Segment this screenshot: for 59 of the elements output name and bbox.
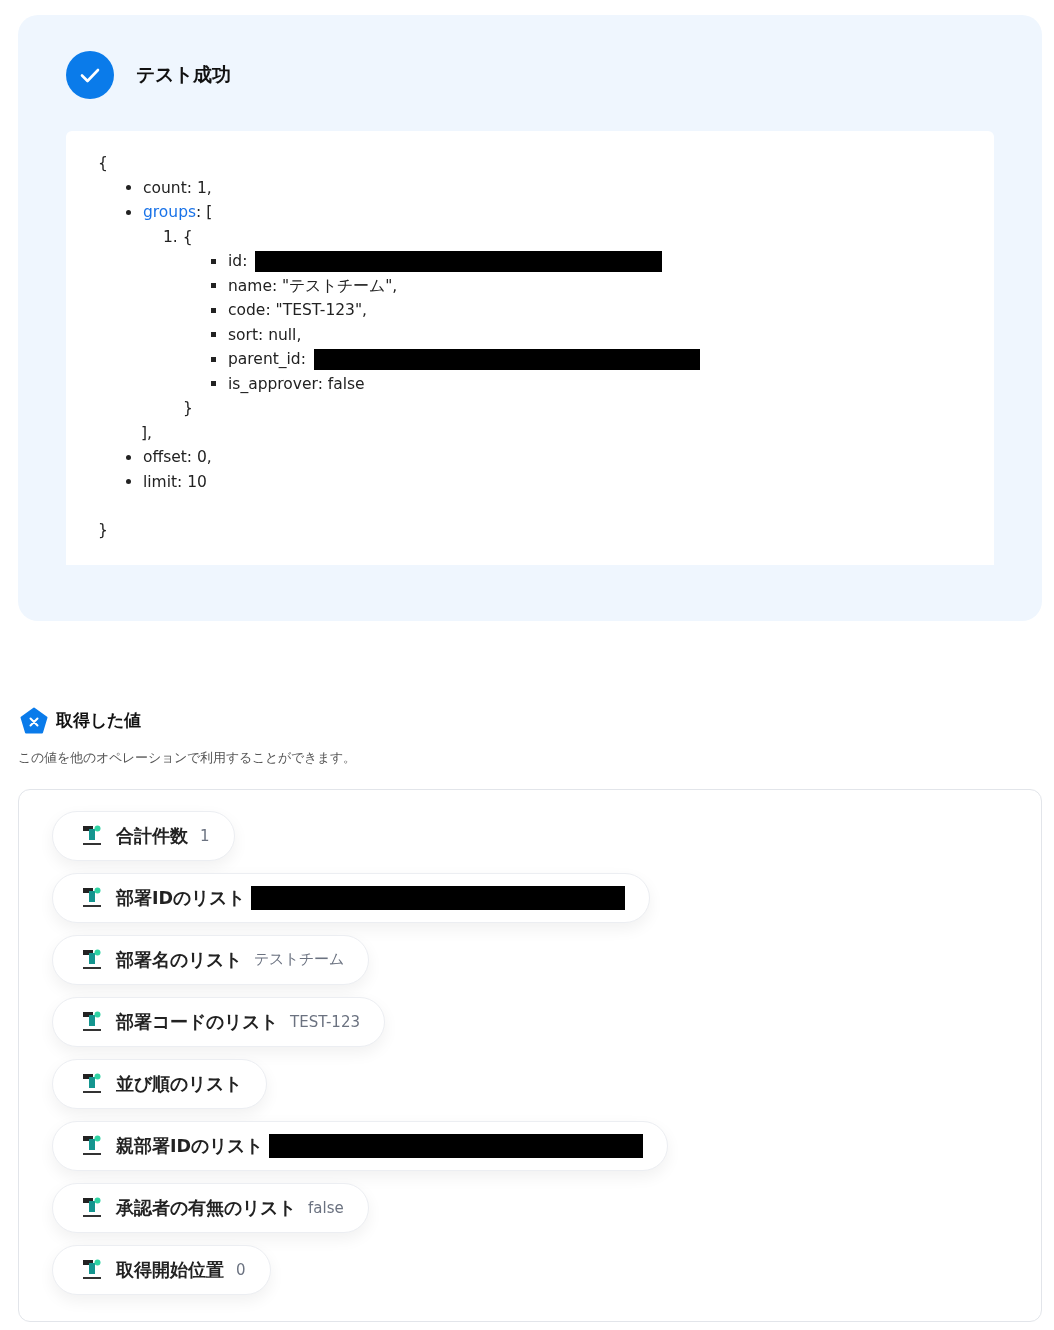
code-text: offset: 0, — [143, 447, 212, 468]
value-text: TEST-123 — [290, 1012, 360, 1031]
code-text: code: "TEST-123", — [228, 300, 368, 321]
value-chip[interactable]: 並び順のリスト — [52, 1058, 267, 1109]
value-label: 合計件数 — [116, 824, 188, 848]
code-text: } — [183, 398, 193, 419]
code-text: { — [98, 153, 108, 174]
code-text: count: 1, — [143, 177, 212, 199]
bullet-icon — [211, 332, 216, 338]
code-text: sort: null, — [228, 324, 302, 346]
value-text: 0 — [236, 1260, 246, 1279]
value-label: 部署IDのリスト — [116, 886, 246, 910]
code-text: groups: [ — [143, 202, 213, 223]
value-label: 承認者の有無のリスト — [116, 1196, 296, 1220]
bullet-icon — [211, 356, 216, 362]
bullet-icon — [126, 209, 131, 215]
value-chip[interactable]: 部署名のリスト テストチーム — [52, 934, 369, 985]
value-chip[interactable]: 取得開始位置 0 — [52, 1244, 271, 1295]
bullet-icon — [211, 307, 216, 313]
logo-icon — [82, 1134, 102, 1157]
logo-icon — [82, 1258, 102, 1281]
section-description: この値を他のオペレーションで利用することができます。 — [18, 748, 357, 767]
value-label: 並び順のリスト — [116, 1072, 242, 1096]
value-chip[interactable]: 部署コードのリスト TEST-123 — [52, 996, 385, 1047]
value-label: 部署コードのリスト — [116, 1010, 278, 1034]
code-text: parent_id: — [228, 349, 306, 370]
bullet-icon — [211, 283, 216, 289]
bullet-icon — [211, 381, 216, 387]
logo-icon — [82, 886, 102, 909]
code-text: ], — [141, 422, 152, 444]
value-chip[interactable]: 合計件数 1 — [52, 810, 235, 861]
bullet-icon — [126, 454, 131, 460]
value-text: 1 — [200, 826, 210, 845]
value-chip[interactable]: 承認者の有無のリスト false — [52, 1182, 369, 1233]
section-title: 取得した値 — [56, 709, 141, 732]
logo-icon — [82, 1010, 102, 1033]
value-label: 親部署IDのリスト — [116, 1134, 264, 1158]
value-label: 取得開始位置 — [116, 1258, 224, 1282]
variable-icon — [20, 706, 48, 735]
value-chip[interactable]: 部署IDのリスト — [52, 872, 651, 923]
logo-icon — [82, 948, 102, 971]
bullet-icon — [126, 479, 131, 485]
code-text: id: — [228, 251, 248, 272]
result-title: テスト成功 — [136, 62, 231, 87]
code-text: limit: 10 — [143, 471, 207, 493]
code-text: 1. { — [163, 226, 193, 248]
logo-icon — [82, 824, 102, 847]
code-text: is_approver: false — [228, 373, 365, 395]
check-circle-icon — [66, 51, 114, 99]
logo-icon — [82, 1196, 102, 1219]
code-text: name: "テストチーム", — [228, 275, 398, 297]
bullet-icon — [211, 258, 216, 264]
value-label: 部署名のリスト — [116, 948, 242, 972]
bullet-icon — [126, 185, 131, 191]
value-chip[interactable]: 親部署IDのリスト — [52, 1120, 669, 1171]
logo-icon — [82, 1072, 102, 1095]
value-text: テストチーム — [254, 950, 344, 969]
code-text: } — [98, 520, 108, 541]
value-text: false — [308, 1198, 344, 1217]
